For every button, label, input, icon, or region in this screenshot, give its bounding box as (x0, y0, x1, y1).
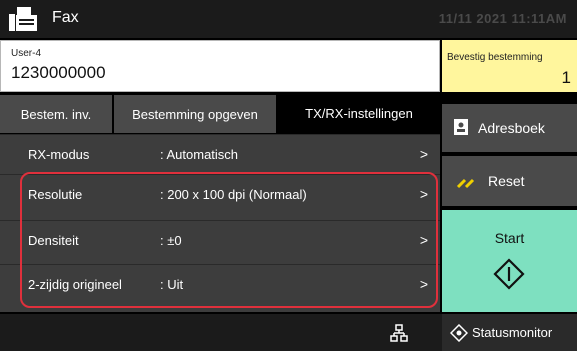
address-book-label: Adresboek (478, 120, 545, 136)
network-icon (390, 324, 408, 342)
start-label: Start (494, 230, 525, 246)
chevron-right-icon: > (419, 146, 428, 162)
reset-icon (456, 178, 475, 189)
destination-user: User-4 (11, 48, 42, 59)
setting-label: Densiteit (28, 233, 79, 248)
reset-button[interactable]: Reset (442, 156, 577, 206)
confirm-destination-label: Bevestig bestemming (447, 52, 543, 63)
setting-label: RX-modus (28, 147, 90, 162)
tab-bestemming-opgeven[interactable]: Bestemming opgeven (114, 95, 276, 133)
address-book-icon (454, 119, 468, 135)
setting-row-resolutie[interactable]: Resolutie : 200 x 100 dpi (Normaal) > (0, 174, 440, 214)
destination-count: 1 (561, 68, 571, 87)
tab-bestem-inv[interactable]: Bestem. inv. (0, 95, 112, 133)
destination-field[interactable]: User-4 1230000000 (0, 40, 440, 92)
tab-bar: Bestem. inv. Bestemming opgeven TX/RX-in… (0, 95, 440, 135)
setting-value: : Automatisch (160, 147, 239, 162)
reset-label: Reset (488, 173, 525, 189)
fax-icon (9, 7, 37, 31)
setting-label: Resolutie (28, 187, 83, 202)
chevron-right-icon: > (419, 186, 428, 202)
app-title: Fax (52, 9, 79, 26)
start-button[interactable]: Start (442, 210, 577, 312)
status-monitor-icon (450, 324, 468, 342)
datetime: 11/11 2021 11:11AM (438, 11, 567, 26)
confirm-destination-button[interactable]: Bevestig bestemming 1 (442, 40, 577, 92)
setting-value: : 200 x 100 dpi (Normaal) (160, 187, 307, 202)
tab-txrx-instellingen[interactable]: TX/RX-instellingen (278, 95, 440, 135)
setting-row-rx-modus[interactable]: RX-modus : Automatisch > (0, 134, 440, 174)
setting-row-densiteit[interactable]: Densiteit : ±0 > (0, 220, 440, 260)
settings-list: RX-modus : Automatisch > Resolutie : 200… (0, 134, 440, 312)
setting-value: : Uit (160, 277, 184, 292)
start-icon (493, 258, 525, 290)
setting-row-2-zijdig-origineel[interactable]: 2-zijdig origineel : Uit > (0, 264, 440, 304)
chevron-right-icon: > (419, 232, 428, 248)
chevron-right-icon: > (419, 276, 428, 292)
status-monitor-label: Statusmonitor (472, 325, 553, 340)
destination-number: 1230000000 (11, 63, 106, 82)
setting-label: 2-zijdig origineel (28, 277, 122, 292)
title-bar: Fax 11/11 2021 11:11AM (0, 0, 577, 38)
status-monitor-button[interactable]: Statusmonitor (442, 314, 577, 351)
address-book-button[interactable]: Adresboek (442, 104, 577, 152)
setting-value: : ±0 (160, 233, 182, 248)
